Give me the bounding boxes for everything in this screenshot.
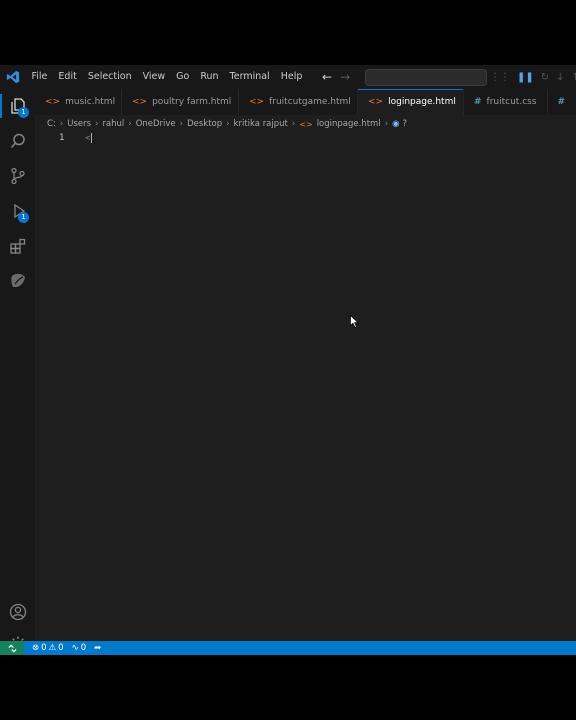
vscode-window: File Edit Selection View Go Run Terminal… bbox=[0, 65, 576, 655]
drag-handle-icon[interactable]: ⋮⋮ bbox=[490, 72, 510, 83]
code-line[interactable]: < bbox=[85, 133, 93, 144]
breadcrumb-drive[interactable]: C: bbox=[47, 119, 56, 129]
breadcrumb-desktop[interactable]: Desktop bbox=[187, 119, 222, 129]
html-file-icon: <> bbox=[132, 97, 148, 107]
live-share-icon: ➦ bbox=[94, 643, 102, 653]
remote-icon[interactable] bbox=[0, 641, 24, 655]
ports-count: 0 bbox=[80, 643, 87, 653]
step-into-icon[interactable]: ↓ bbox=[556, 72, 564, 83]
line-number: 1 bbox=[59, 133, 65, 143]
editor-tabs: <> music.html <> poultry farm.html <> fr… bbox=[35, 89, 576, 115]
tab-label: fruitcut.css bbox=[486, 97, 537, 107]
command-center-search[interactable] bbox=[365, 69, 487, 86]
menu-selection[interactable]: Selection bbox=[82, 65, 137, 89]
tab-label: poultry farm.html bbox=[152, 97, 232, 107]
breadcrumb-users[interactable]: Users bbox=[67, 119, 91, 129]
explorer-icon[interactable]: 1 bbox=[0, 91, 35, 121]
menu-go[interactable]: Go bbox=[171, 65, 195, 89]
menu-run[interactable]: Run bbox=[195, 65, 224, 89]
chevron-right-icon: › bbox=[291, 119, 296, 129]
run-badge: 1 bbox=[18, 212, 29, 223]
html-file-icon: <> bbox=[368, 97, 384, 107]
error-icon: ⊗ bbox=[32, 643, 40, 653]
search-icon[interactable] bbox=[0, 126, 35, 156]
breadcrumb-onedrive[interactable]: OneDrive bbox=[136, 119, 176, 129]
step-over-icon[interactable]: ↻ bbox=[541, 72, 549, 83]
ports-indicator[interactable]: ∿ 0 bbox=[72, 643, 87, 653]
source-control-icon[interactable] bbox=[0, 161, 35, 191]
mouse-pointer-icon bbox=[350, 313, 359, 332]
code-editor[interactable]: 1 < bbox=[35, 133, 576, 641]
breadcrumb-symbol[interactable]: ? bbox=[403, 119, 408, 129]
html-file-icon: <> bbox=[45, 97, 61, 107]
tab-music-html[interactable]: <> music.html bbox=[35, 89, 122, 115]
tab-fruitcut-css[interactable]: # fruitcut.css bbox=[464, 89, 548, 115]
back-arrow-icon[interactable]: ← bbox=[322, 70, 332, 84]
text-caret bbox=[91, 133, 93, 143]
title-bar: File Edit Selection View Go Run Terminal… bbox=[0, 65, 576, 89]
problems-indicator[interactable]: ⊗ 0 ⚠ 0 bbox=[32, 643, 64, 653]
broadcast-icon: ∿ bbox=[71, 643, 79, 653]
html-file-icon: <> bbox=[249, 97, 265, 107]
menu-help[interactable]: Help bbox=[275, 65, 308, 89]
menu-file[interactable]: File bbox=[26, 65, 53, 89]
warning-count: 0 bbox=[58, 643, 64, 653]
tab-fruitcutgame-html[interactable]: <> fruitcutgame.html bbox=[239, 89, 358, 115]
chevron-right-icon: › bbox=[226, 119, 230, 129]
accounts-icon[interactable] bbox=[0, 597, 35, 627]
debug-toolbar: ⋮⋮ ❚❚ ↻ ↓ ↑ bbox=[490, 65, 576, 89]
menu-view[interactable]: View bbox=[137, 65, 171, 89]
tab-label: loginpage.html bbox=[388, 97, 456, 107]
css-file-icon: # bbox=[474, 97, 482, 107]
chevron-right-icon: › bbox=[384, 119, 389, 129]
pause-icon[interactable]: ❚❚ bbox=[517, 72, 534, 83]
chevron-right-icon: › bbox=[59, 119, 64, 129]
breadcrumb: C: › Users › rahul › OneDrive › Desktop › kri… bbox=[47, 117, 407, 131]
tab-loginpage-html[interactable]: <> loginpage.html bbox=[358, 89, 464, 115]
warning-icon: ⚠ bbox=[48, 643, 57, 653]
live-share-indicator[interactable]: ➦ bbox=[94, 643, 101, 653]
code-text: < bbox=[85, 133, 91, 144]
tab-poultry-farm-html[interactable]: <> poultry farm.html bbox=[122, 89, 239, 115]
menu-terminal[interactable]: Terminal bbox=[224, 65, 275, 89]
tab-label: fruitcutgame.html bbox=[269, 97, 351, 107]
run-debug-icon[interactable]: 1 bbox=[0, 196, 35, 226]
vscode-logo-icon bbox=[0, 65, 26, 89]
menu-edit[interactable]: Edit bbox=[53, 65, 82, 89]
css-file-icon: # bbox=[557, 97, 566, 107]
chevron-right-icon: › bbox=[95, 119, 99, 129]
symbol-cube-icon: ◉ bbox=[392, 119, 400, 129]
status-bar: ⊗ 0 ⚠ 0 ∿ 0 ➦ bbox=[0, 641, 576, 655]
step-out-icon[interactable]: ↑ bbox=[572, 72, 576, 83]
chevron-right-icon: › bbox=[179, 119, 184, 129]
error-count: 0 bbox=[41, 643, 47, 653]
explorer-badge: 1 bbox=[18, 107, 29, 118]
forward-arrow-icon[interactable]: → bbox=[340, 70, 350, 84]
chevron-right-icon: › bbox=[128, 119, 132, 129]
breadcrumb-file[interactable]: loginpage.html bbox=[317, 119, 381, 129]
html-file-icon: <> bbox=[299, 119, 313, 129]
activity-bar: 1 1 1 bbox=[0, 89, 35, 655]
tab-label: music.html bbox=[65, 97, 116, 107]
navigation-arrows: ← → bbox=[322, 65, 350, 89]
breadcrumb-rahul[interactable]: rahul bbox=[102, 119, 124, 129]
testing-icon[interactable] bbox=[0, 266, 35, 296]
tab-overflow-css[interactable]: # bbox=[548, 89, 576, 115]
breadcrumb-folder[interactable]: kritika rajput bbox=[234, 119, 288, 129]
extensions-icon[interactable] bbox=[0, 231, 35, 261]
